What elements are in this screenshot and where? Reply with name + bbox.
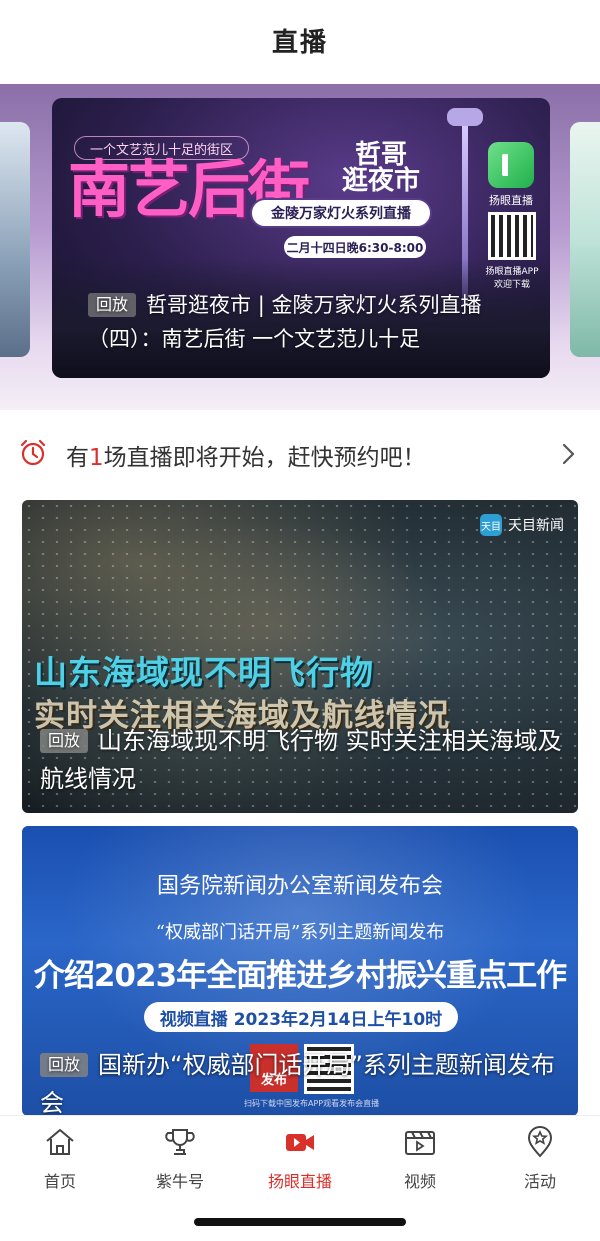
replay-badge: 回放 bbox=[40, 729, 89, 753]
hero-caption: 回放 哲哥逛夜市 | 金陵万家灯火系列直播（四）：南艺后街 一个文艺范儿十足 bbox=[88, 288, 528, 356]
page-title: 直播 bbox=[271, 27, 328, 58]
tab-label: 视频 bbox=[403, 1172, 436, 1191]
hero-series-pill: 金陵万家灯火系列直播 bbox=[250, 198, 432, 228]
tab-label: 紫牛号 bbox=[155, 1172, 204, 1191]
video-camera-icon bbox=[286, 1134, 314, 1151]
tab-activity[interactable]: 活动 bbox=[490, 1124, 590, 1192]
card-caption: 回放 山东海域现不明飞行物 实时关注相关海域及航线情况 bbox=[40, 722, 566, 798]
top-bar: 直播 bbox=[0, 0, 600, 84]
tab-live[interactable]: 扬眼直播 bbox=[250, 1124, 350, 1192]
qr-caption: 扬眼直播APP 欢迎下载 bbox=[485, 267, 539, 290]
hero-logo-text: 哲哥 逛夜市 bbox=[342, 142, 420, 194]
trophy-icon bbox=[165, 1129, 195, 1155]
hero-logo-line1: 哲哥 bbox=[355, 140, 408, 170]
replay-badge: 回放 bbox=[88, 293, 137, 317]
clapperboard-icon bbox=[405, 1131, 435, 1155]
qr-code bbox=[488, 212, 536, 260]
chevron-right-icon[interactable] bbox=[556, 442, 580, 466]
location-star-icon bbox=[527, 1126, 553, 1158]
live-card[interactable]: 天目 天目新闻 山东海域现不明飞行物 实时关注相关海域及航线情况 回放 山东海域现… bbox=[22, 500, 578, 813]
carousel-prev-card[interactable] bbox=[0, 122, 30, 357]
tab-home[interactable]: 首页 bbox=[10, 1124, 110, 1192]
tab-video[interactable]: 视频 bbox=[370, 1124, 470, 1192]
card-caption: 回放 国新办“权威部门话开局”系列主题新闻发布会 bbox=[40, 1046, 566, 1116]
tab-label: 扬眼直播 bbox=[267, 1172, 332, 1191]
banner-carousel[interactable]: 一个文艺范儿十足的街区 南艺后街 哲哥 逛夜市 金陵万家灯火系列直播 二月十四日… bbox=[0, 84, 600, 410]
home-icon bbox=[46, 1129, 74, 1155]
app-name: 扬眼直播 bbox=[489, 194, 533, 207]
live-reminder-row[interactable]: 有1场直播即将开始，赶快预约吧！ bbox=[0, 430, 600, 478]
reminder-count: 1 bbox=[89, 445, 104, 471]
tab-ziniu[interactable]: 紫牛号 bbox=[130, 1124, 230, 1192]
carousel-next-card[interactable] bbox=[570, 122, 600, 357]
brand-watermark: 天目 天目新闻 bbox=[480, 514, 564, 536]
hero-caption-text: 哲哥逛夜市 | 金陵万家灯火系列直播（四）：南艺后街 一个文艺范儿十足 bbox=[88, 293, 482, 351]
card-caption-text: 山东海域现不明飞行物 实时关注相关海域及航线情况 bbox=[40, 727, 562, 793]
home-indicator[interactable] bbox=[194, 1218, 406, 1226]
replay-badge: 回放 bbox=[40, 1053, 89, 1077]
hero-logo-line2: 逛夜市 bbox=[342, 166, 421, 196]
brand-logo-icon: 天目 bbox=[480, 514, 502, 536]
alarm-clock-icon bbox=[20, 439, 46, 466]
reminder-text: 有1场直播即将开始，赶快预约吧！ bbox=[66, 445, 426, 471]
tab-label: 首页 bbox=[43, 1172, 76, 1191]
tab-label: 活动 bbox=[523, 1172, 556, 1191]
card-series-title: “权威部门话开局”系列主题新闻发布 bbox=[155, 922, 445, 943]
card-time-pill: 视频直播 2023年2月14日上午10时 bbox=[144, 1002, 458, 1032]
live-card[interactable]: 国务院新闻办公室新闻发布会 “权威部门话开局”系列主题新闻发布 介绍2023年全… bbox=[22, 826, 578, 1116]
card-topic-title: 介绍2023年全面推进乡村振兴重点工作 bbox=[33, 958, 567, 994]
card-org-title: 国务院新闻办公室新闻发布会 bbox=[156, 874, 443, 899]
app-icon bbox=[488, 142, 534, 188]
card-overlay-title: 山东海域现不明飞行物 bbox=[34, 653, 374, 692]
hero-time-pill: 二月十四日晚6:30-8:00 bbox=[284, 236, 426, 258]
brand-name: 天目新闻 bbox=[508, 518, 564, 534]
carousel-hero-card[interactable]: 一个文艺范儿十足的街区 南艺后街 哲哥 逛夜市 金陵万家灯火系列直播 二月十四日… bbox=[52, 98, 550, 378]
card-caption-text: 国新办“权威部门话开局”系列主题新闻发布会 bbox=[40, 1051, 555, 1116]
app-logo: 扬眼直播 bbox=[486, 142, 536, 208]
